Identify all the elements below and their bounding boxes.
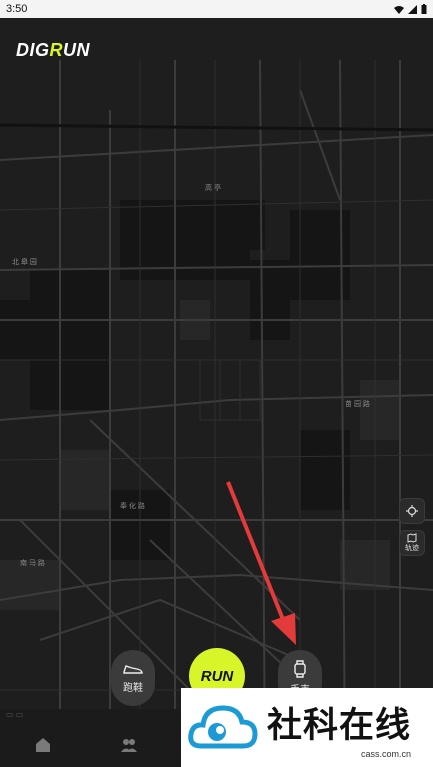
watermark-url: cass.com.cn <box>361 748 412 759</box>
track-button[interactable]: 轨迹 <box>399 530 425 556</box>
shoes-label: 跑鞋 <box>123 682 143 694</box>
home-icon[interactable] <box>34 736 52 754</box>
watermark-banner: 社科在线 cass.com.cn <box>181 688 433 767</box>
status-icons <box>394 4 427 14</box>
shoes-button[interactable]: 跑鞋 <box>111 650 155 706</box>
map-label: 北 皋 园 <box>12 257 37 266</box>
track-label: 轨迹 <box>405 545 419 552</box>
locate-button[interactable] <box>399 498 425 524</box>
shoe-icon <box>123 664 143 674</box>
map-label: 奉 化 路 <box>120 501 145 510</box>
watch-icon <box>294 660 306 678</box>
map-label: 苗 园 路 <box>345 399 370 408</box>
map-icon <box>407 533 417 543</box>
locate-icon <box>406 505 418 517</box>
signal-icon <box>408 4 417 14</box>
app-logo: DIGRUN <box>16 40 91 60</box>
run-label: RUN <box>200 667 234 685</box>
cloud-logo-icon <box>188 704 258 748</box>
map-label: 南 马 路 <box>20 558 45 567</box>
status-bar: 3:50 <box>0 0 433 18</box>
watermark-title: 社科在线 <box>267 705 412 745</box>
map-label: 高 亭 <box>205 183 221 192</box>
battery-icon <box>421 4 427 14</box>
map-attribution: ▭ ▭ <box>6 710 24 719</box>
wifi-icon <box>394 5 404 14</box>
community-icon[interactable] <box>120 736 138 754</box>
status-time: 3:50 <box>6 3 28 15</box>
